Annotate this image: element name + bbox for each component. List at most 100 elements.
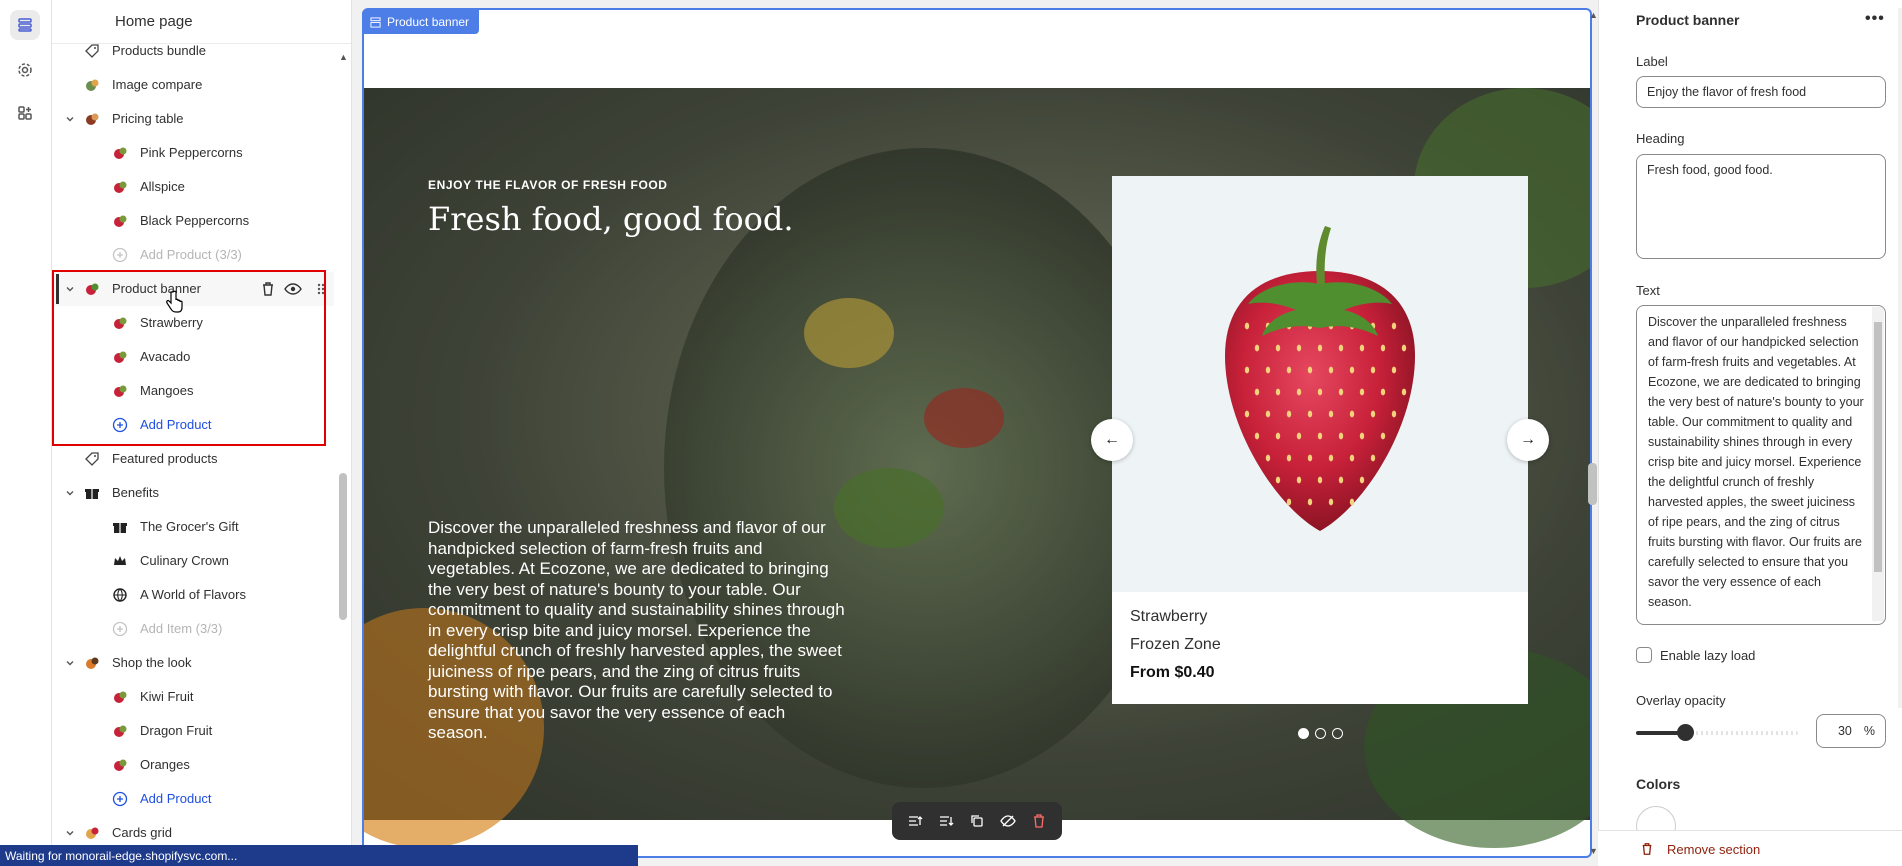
- section-icon: [370, 16, 381, 28]
- theme-settings-nav-button[interactable]: [10, 55, 40, 85]
- tree-row[interactable]: Avacado: [52, 340, 334, 374]
- product-card[interactable]: Strawberry Frozen Zone From $0.40: [1112, 176, 1528, 704]
- carousel-prev-button[interactable]: ←: [1091, 419, 1133, 461]
- section-sidebar: Products bundle Image compare Pricing tabl…: [52, 0, 352, 866]
- tree-row-label: Add Product: [140, 417, 212, 432]
- tree-row[interactable]: Kiwi Fruit: [52, 680, 334, 714]
- tree-row[interactable]: Allspice: [52, 170, 334, 204]
- move-down-icon[interactable]: [938, 813, 954, 829]
- tree-row[interactable]: Image compare: [52, 68, 334, 102]
- trash-icon[interactable]: [1031, 813, 1047, 829]
- label-input[interactable]: Enjoy the flavor of fresh food: [1636, 76, 1886, 108]
- tree-row[interactable]: Shop the look: [52, 646, 334, 680]
- move-up-icon[interactable]: [907, 813, 923, 829]
- tree-row[interactable]: Black Peppercorns: [52, 204, 334, 238]
- lazy-load-label: Enable lazy load: [1660, 648, 1756, 663]
- product-banner-section[interactable]: ENJOY THE FLAVOR OF FRESH FOOD Fresh foo…: [364, 88, 1590, 848]
- section-toolbar: [892, 802, 1062, 840]
- tree-row[interactable]: Benefits: [52, 476, 334, 510]
- tree-row-label: Products bundle: [112, 43, 206, 58]
- tree-row-label: Add Item (3/3): [140, 621, 223, 636]
- preview-scroll-down-icon[interactable]: ▼: [1589, 846, 1598, 856]
- text-editor-content: Discover the unparalleled freshness and …: [1648, 315, 1864, 609]
- tree-row-label: Dragon Fruit: [140, 723, 213, 738]
- chevron-down-icon[interactable]: [65, 488, 75, 498]
- trash-icon: [1642, 843, 1652, 855]
- tree-row[interactable]: Add Item (3/3): [52, 612, 334, 646]
- product-name[interactable]: Strawberry: [1130, 608, 1207, 626]
- tag-icon: [85, 452, 99, 466]
- tree-row[interactable]: A World of Flavors: [52, 578, 334, 612]
- product-thumb-icon: [114, 317, 127, 329]
- tree-row[interactable]: Add Product (3/3): [52, 238, 334, 272]
- hand-cursor-icon: [166, 290, 183, 313]
- panel-scrollbar[interactable]: [1898, 8, 1902, 708]
- tree-row[interactable]: Add Product: [52, 408, 334, 442]
- carousel-dot[interactable]: [1298, 728, 1309, 739]
- tree-row-label: Culinary Crown: [140, 553, 229, 568]
- page-title: Home page: [115, 13, 193, 30]
- remove-section-button[interactable]: Remove section: [1598, 830, 1902, 866]
- preview-frame[interactable]: ENJOY THE FLAVOR OF FRESH FOOD Fresh foo…: [362, 8, 1592, 858]
- trash-icon[interactable]: [260, 281, 276, 297]
- tree-row[interactable]: Culinary Crown: [52, 544, 334, 578]
- text-editor-scrollbar-thumb[interactable]: [1874, 322, 1882, 572]
- tree-row[interactable]: Pink Peppercorns: [52, 136, 334, 170]
- tree-row[interactable]: Mangoes: [52, 374, 334, 408]
- preview-scrollbar-thumb[interactable]: [1588, 463, 1597, 505]
- remove-section-label: Remove section: [1667, 842, 1761, 857]
- label-input-value: Enjoy the flavor of fresh food: [1647, 85, 1807, 99]
- sidebar-scroll-up-icon[interactable]: ▲: [339, 52, 348, 62]
- row-actions: [260, 281, 328, 297]
- text-editor[interactable]: Discover the unparalleled freshness and …: [1636, 305, 1886, 625]
- tree-row-label: The Grocer's Gift: [140, 519, 239, 534]
- tree-row[interactable]: Strawberry: [52, 306, 334, 340]
- tree-row[interactable]: Product banner: [52, 272, 334, 306]
- more-actions-button[interactable]: •••: [1865, 10, 1885, 28]
- tree-row[interactable]: Add Product: [52, 782, 334, 816]
- sections-nav-button[interactable]: [10, 10, 40, 40]
- heading-input[interactable]: Fresh food, good food.: [1636, 154, 1886, 259]
- lazy-load-checkbox[interactable]: [1636, 647, 1652, 663]
- drag-handle-icon[interactable]: [314, 281, 328, 297]
- product-thumb-icon: [114, 181, 127, 193]
- section-tag[interactable]: Product banner: [362, 10, 480, 34]
- tree-row-label: Avacado: [140, 349, 191, 364]
- heading-field-label: Heading: [1636, 131, 1685, 146]
- tree-row[interactable]: Featured products: [52, 442, 334, 476]
- tree-row-label: Add Product: [140, 791, 212, 806]
- hide-icon[interactable]: [1000, 813, 1016, 829]
- banner-text: Discover the unparalleled freshness and …: [428, 518, 845, 742]
- tree-row[interactable]: Pricing table: [52, 102, 334, 136]
- eye-icon[interactable]: [284, 281, 302, 297]
- sidebar-scrollbar-thumb[interactable]: [339, 473, 347, 620]
- tree-row[interactable]: The Grocer's Gift: [52, 510, 334, 544]
- page-selector[interactable]: Home page: [52, 0, 351, 44]
- product-thumb-icon: [114, 351, 127, 363]
- opacity-slider-handle[interactable]: [1676, 724, 1694, 741]
- preview-scroll-up-icon[interactable]: ▲: [1589, 10, 1598, 20]
- product-banner-icon: [86, 283, 99, 295]
- apps-nav-button[interactable]: [10, 98, 40, 128]
- heading-input-value: Fresh food, good food.: [1647, 163, 1773, 177]
- product-thumb-icon: [114, 147, 127, 159]
- chevron-down-icon[interactable]: [65, 828, 75, 838]
- chevron-down-icon[interactable]: [65, 284, 75, 294]
- carousel-next-button[interactable]: →: [1507, 419, 1549, 461]
- opacity-label: Overlay opacity: [1636, 693, 1726, 708]
- tree-row-label: Product banner: [112, 281, 201, 296]
- tree-row[interactable]: Dragon Fruit: [52, 714, 334, 748]
- tree-row-label: A World of Flavors: [140, 587, 246, 602]
- carousel-dot[interactable]: [1315, 728, 1326, 739]
- cards-grid-icon: [86, 827, 99, 839]
- chevron-down-icon[interactable]: [65, 658, 75, 668]
- chevron-down-icon[interactable]: [65, 114, 75, 124]
- banner-heading: Fresh food, good food.: [428, 200, 794, 238]
- tree-row-label: Benefits: [112, 485, 159, 500]
- opacity-input[interactable]: 30 %: [1816, 714, 1886, 748]
- opacity-unit: %: [1863, 724, 1875, 738]
- tree-row[interactable]: Oranges: [52, 748, 334, 782]
- duplicate-icon[interactable]: [969, 813, 985, 829]
- browser-status-bar: Waiting for monorail-edge.shopifysvc.com…: [0, 845, 638, 866]
- carousel-dot[interactable]: [1332, 728, 1343, 739]
